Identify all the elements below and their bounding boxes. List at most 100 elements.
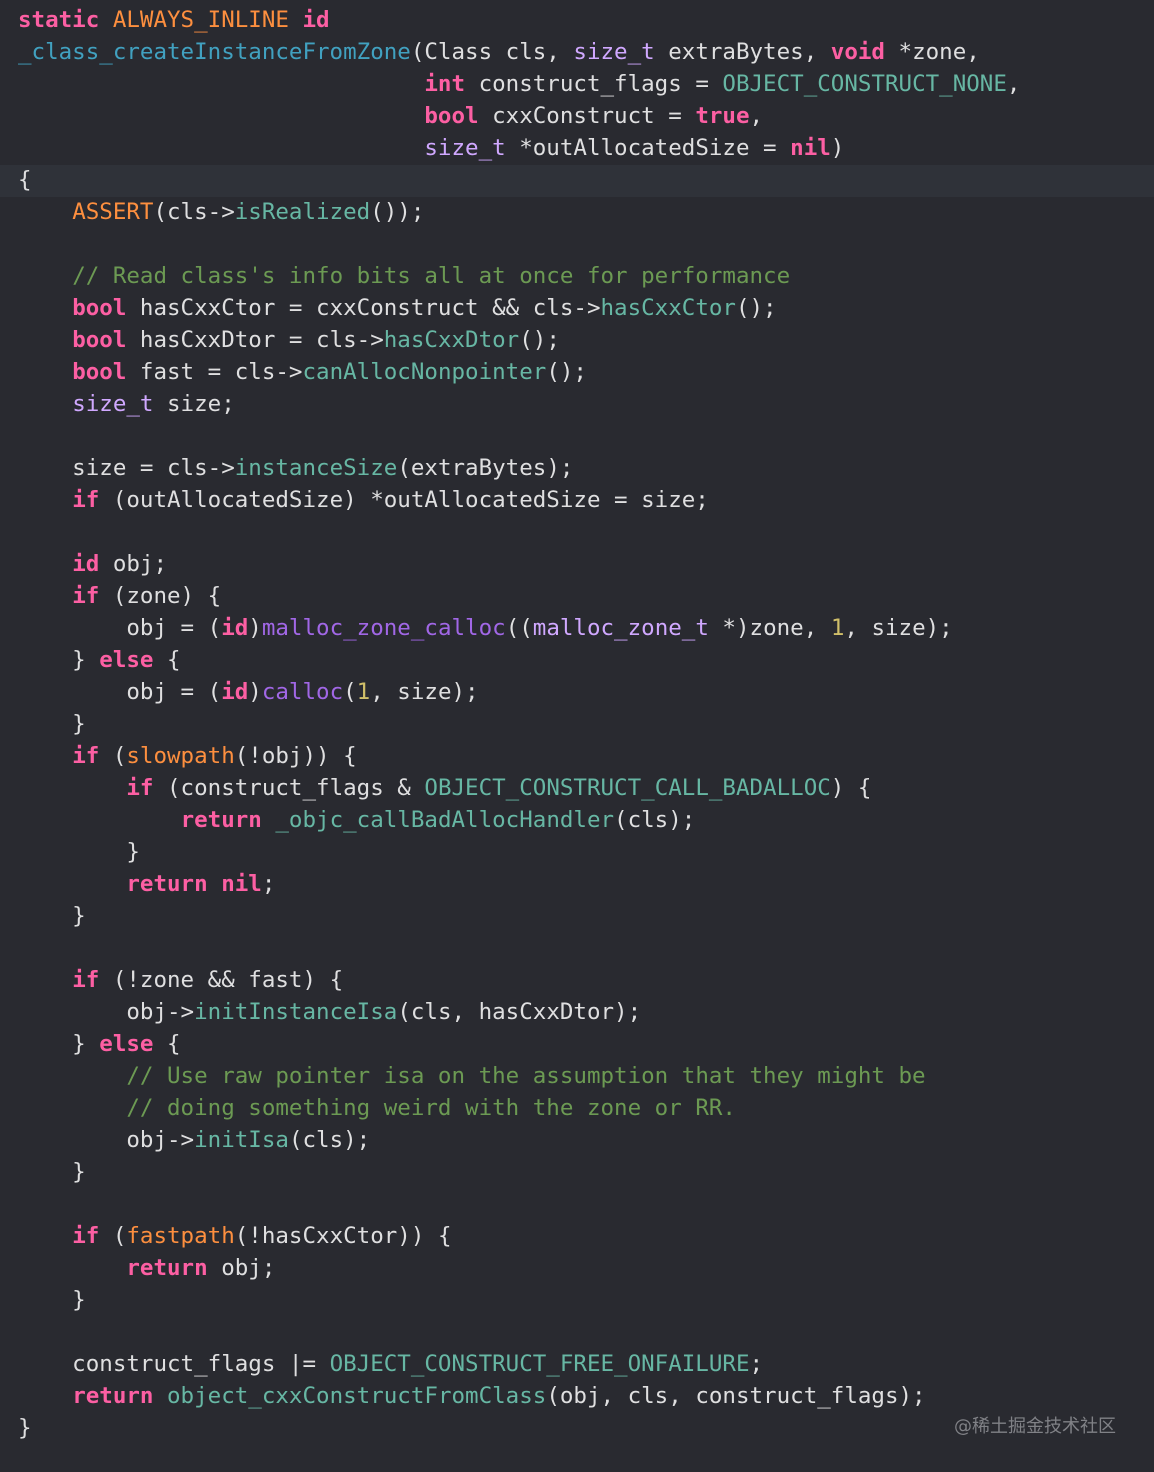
code-token-kw: void <box>830 39 885 65</box>
code-token-kw: if <box>126 775 154 801</box>
code-line: } <box>18 708 86 740</box>
code-token-func: instanceSize <box>234 455 398 481</box>
code-token-func: canAllocNonpointer <box>302 359 547 385</box>
code-line: size_t size; <box>18 388 235 420</box>
code-token-kw: id <box>221 615 249 641</box>
code-token-kw: bool <box>72 295 127 321</box>
code-token-plain: (zone) { <box>99 583 222 609</box>
code-line: // doing something weird with the zone o… <box>18 1092 736 1124</box>
code-token-kw: int <box>424 71 466 97</box>
code-line: bool cxxConstruct = true, <box>18 100 763 132</box>
code-token-plain: (construct_flags & <box>153 775 425 801</box>
code-token-plain: construct_flags = <box>465 71 723 97</box>
code-token-plain: ) <box>830 135 845 161</box>
code-line: } <box>18 1284 86 1316</box>
code-line: { <box>18 164 32 196</box>
code-line: // Use raw pointer isa on the assumption… <box>18 1060 926 1092</box>
code-token-plain: ; <box>261 871 276 897</box>
code-line: } else { <box>18 644 181 676</box>
code-token-plain: } <box>18 1287 86 1313</box>
code-editor[interactable]: static ALWAYS_INLINE id _class_createInst… <box>0 0 1154 1472</box>
code-token-plain: } <box>18 647 100 673</box>
code-line: obj->initIsa(cls); <box>18 1124 370 1156</box>
code-token-macro: fastpath <box>126 1223 235 1249</box>
code-token-const: OBJECT_CONSTRUCT_CALL_BADALLOC <box>424 775 831 801</box>
code-line: static ALWAYS_INLINE id <box>18 4 330 36</box>
code-token-kw: nil <box>221 871 262 897</box>
code-line: return nil; <box>18 868 275 900</box>
code-line: } <box>18 900 86 932</box>
code-line: bool hasCxxCtor = cxxConstruct && cls->h… <box>18 292 776 324</box>
code-token-func: _objc_callBadAllocHandler <box>275 807 615 833</box>
code-token-plain: *)zone, <box>708 615 831 641</box>
code-token-kw: bool <box>72 327 127 353</box>
code-token-kw: if <box>72 967 100 993</box>
code-line: _class_createInstanceFromZone(Class cls,… <box>18 36 980 68</box>
code-token-plain: *zone, <box>884 39 980 65</box>
code-token-kw: true <box>695 103 750 129</box>
code-token-plain: ( <box>99 743 127 769</box>
code-token-plain: hasCxxDtor = cls-> <box>126 327 384 353</box>
code-token-kw: nil <box>790 135 831 161</box>
code-token-plain: *outAllocatedSize = <box>505 135 791 161</box>
code-token-macro: slowpath <box>126 743 235 769</box>
code-token-plain: (!hasCxxCtor)) { <box>234 1223 452 1249</box>
code-line: int construct_flags = OBJECT_CONSTRUCT_N… <box>18 68 1020 100</box>
code-token-plain: (cls, hasCxxDtor); <box>397 999 642 1025</box>
code-token-plain: } <box>18 711 86 737</box>
code-line: return object_cxxConstructFromClass(obj,… <box>18 1380 926 1412</box>
code-token-const: OBJECT_CONSTRUCT_NONE <box>722 71 1007 97</box>
current-line-highlight <box>0 165 1154 197</box>
code-line: } <box>18 836 140 868</box>
code-token-plain: ) <box>248 679 262 705</box>
code-token-plain: obj-> <box>18 999 195 1025</box>
code-token-plain: (cls); <box>288 1127 371 1153</box>
code-token-func: initIsa <box>194 1127 289 1153</box>
code-token-comment: // Use raw pointer isa on the assumption… <box>126 1063 926 1089</box>
code-token-type: size_t <box>424 135 506 161</box>
code-token-type: malloc_zone_t <box>532 615 709 641</box>
code-token-plain: (obj, cls, construct_flags); <box>546 1383 926 1409</box>
code-token-plain: } <box>18 1415 32 1441</box>
code-token-plain: { <box>153 1031 181 1057</box>
code-line: size = cls->instanceSize(extraBytes); <box>18 452 573 484</box>
code-line: obj->initInstanceIsa(cls, hasCxxDtor); <box>18 996 641 1028</box>
code-token-plain: , size); <box>370 679 479 705</box>
code-token-kw: id <box>302 7 330 33</box>
code-token-macro: ASSERT <box>72 199 154 225</box>
code-line: size_t *outAllocatedSize = nil) <box>18 132 844 164</box>
code-token-plain: , <box>1006 71 1021 97</box>
code-line: if (!zone && fast) { <box>18 964 343 996</box>
code-token-kw: return <box>126 1255 208 1281</box>
code-token-plain: } <box>18 839 140 865</box>
code-token-plain: size; <box>153 391 235 417</box>
code-token-plain: { <box>153 647 181 673</box>
code-token-plain: } <box>18 1159 86 1185</box>
code-token-plain: } <box>18 903 86 929</box>
code-token-kw: if <box>72 1223 100 1249</box>
code-token-kw: if <box>72 583 100 609</box>
code-token-kw: else <box>99 647 154 673</box>
code-token-func: hasCxxCtor <box>600 295 736 321</box>
code-line: } <box>18 1156 86 1188</box>
code-token-plain: { <box>18 167 32 193</box>
code-token-plain: (( <box>505 615 533 641</box>
code-token-kw: return <box>72 1383 154 1409</box>
